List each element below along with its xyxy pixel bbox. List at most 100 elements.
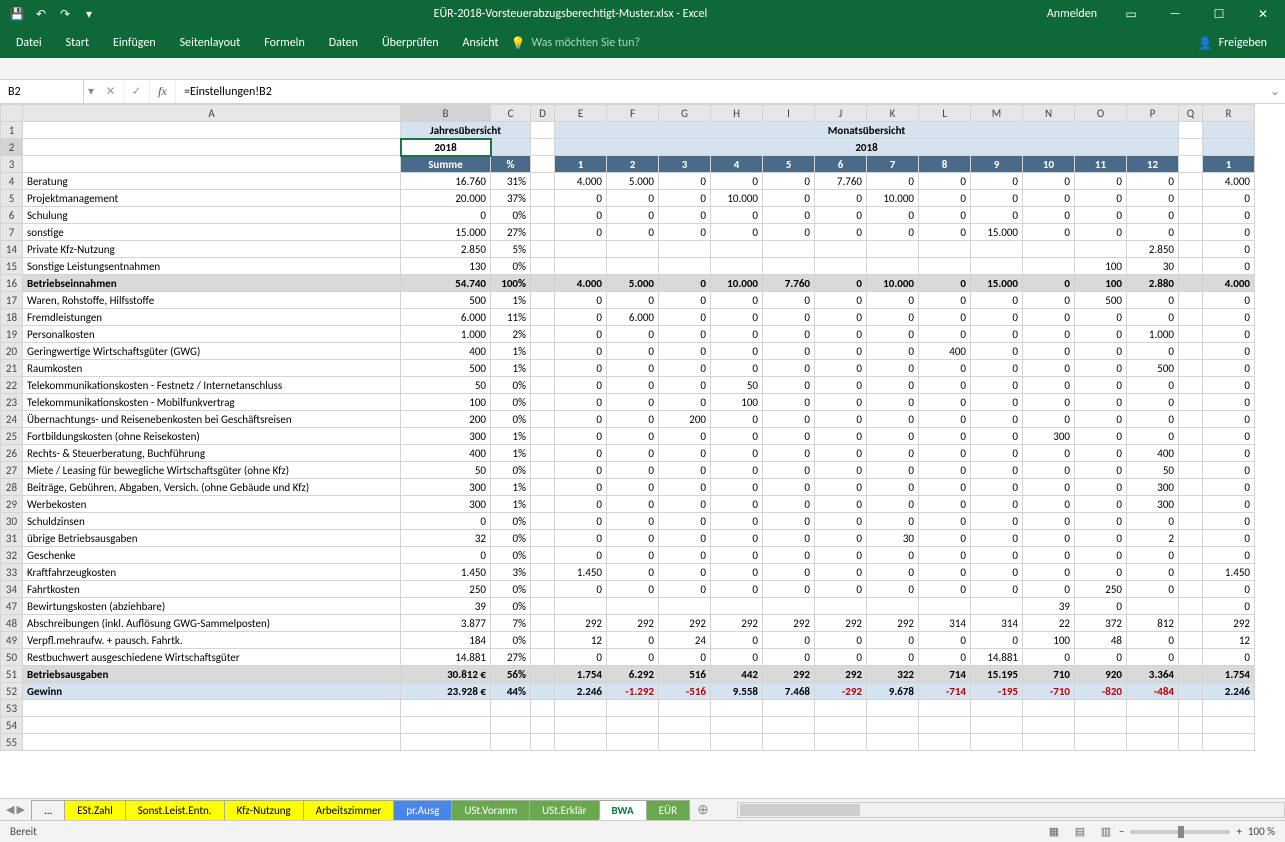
cell[interactable]: 5%: [491, 241, 531, 258]
cell[interactable]: 130: [401, 258, 491, 275]
sheet-tab[interactable]: pr.Ausg: [393, 800, 452, 820]
cell[interactable]: [919, 258, 971, 275]
cell[interactable]: 1.000: [401, 326, 491, 343]
cell[interactable]: [919, 241, 971, 258]
cell[interactable]: 0: [711, 360, 763, 377]
cell[interactable]: 0: [971, 581, 1023, 598]
cell[interactable]: 0: [1075, 326, 1127, 343]
cell[interactable]: 16.760: [401, 173, 491, 190]
cell[interactable]: [401, 734, 491, 751]
row-header[interactable]: 4: [1, 173, 23, 190]
cell[interactable]: 0: [607, 207, 659, 224]
cell[interactable]: 0: [971, 394, 1023, 411]
row-header[interactable]: 2: [1, 139, 23, 156]
row-header[interactable]: 26: [1, 445, 23, 462]
cell[interactable]: 1.450: [401, 564, 491, 581]
cell[interactable]: [867, 258, 919, 275]
cell[interactable]: 0: [711, 649, 763, 666]
cell[interactable]: 0: [1127, 173, 1179, 190]
cell[interactable]: 0: [867, 632, 919, 649]
cell[interactable]: 0%: [491, 547, 531, 564]
cell[interactable]: 0: [919, 479, 971, 496]
col-header[interactable]: J: [815, 105, 867, 122]
cell[interactable]: 0: [659, 462, 711, 479]
cell[interactable]: 0: [607, 394, 659, 411]
cell[interactable]: 27%: [491, 224, 531, 241]
cell[interactable]: 0: [1203, 428, 1255, 445]
cell[interactable]: 0: [555, 309, 607, 326]
cell[interactable]: 39: [401, 598, 491, 615]
cell[interactable]: [555, 598, 607, 615]
cell[interactable]: [1179, 700, 1203, 717]
cell[interactable]: 0: [867, 394, 919, 411]
cell[interactable]: 0: [711, 326, 763, 343]
cell[interactable]: 0: [711, 173, 763, 190]
cell[interactable]: Abschreibungen (inkl. Auflösung GWG-Samm…: [23, 615, 401, 632]
cell[interactable]: 0: [1127, 547, 1179, 564]
cell[interactable]: [1179, 717, 1203, 734]
row-header[interactable]: 3: [1, 156, 23, 173]
cell[interactable]: 1%: [491, 360, 531, 377]
cell[interactable]: [1023, 734, 1075, 751]
cell[interactable]: -820: [1075, 683, 1127, 700]
cell[interactable]: 0: [1127, 292, 1179, 309]
cell[interactable]: [971, 700, 1023, 717]
cell[interactable]: [531, 717, 555, 734]
cell[interactable]: 292: [867, 615, 919, 632]
cell[interactable]: 3.877: [401, 615, 491, 632]
cell[interactable]: 1.450: [555, 564, 607, 581]
cell[interactable]: Bewirtungskosten (abziehbare): [23, 598, 401, 615]
cell[interactable]: 0: [763, 530, 815, 547]
cell[interactable]: [1203, 734, 1255, 751]
cell[interactable]: 15.000: [401, 224, 491, 241]
cell[interactable]: 48: [1075, 632, 1127, 649]
cell[interactable]: 0: [659, 207, 711, 224]
cell[interactable]: [1127, 734, 1179, 751]
cell[interactable]: 0: [971, 173, 1023, 190]
cell[interactable]: 710: [1023, 666, 1075, 683]
cell[interactable]: [607, 598, 659, 615]
cell[interactable]: 0: [1023, 411, 1075, 428]
cell[interactable]: 0: [1075, 428, 1127, 445]
cell[interactable]: 0: [659, 479, 711, 496]
accept-formula-icon[interactable]: ✓: [124, 80, 150, 103]
cell[interactable]: Verpfl.mehraufw. + pausch. Fahrtk.: [23, 632, 401, 649]
cell[interactable]: 812: [1127, 615, 1179, 632]
row-header[interactable]: 33: [1, 564, 23, 581]
cell[interactable]: 0: [919, 428, 971, 445]
row-header[interactable]: 47: [1, 598, 23, 615]
cell[interactable]: 0%: [491, 377, 531, 394]
cell[interactable]: 0: [555, 649, 607, 666]
cell[interactable]: [607, 717, 659, 734]
spreadsheet-grid[interactable]: ABCDEFGHIJKLMNOPQR1JahresübersichtMonats…: [0, 104, 1285, 798]
cell[interactable]: 56%: [491, 666, 531, 683]
cell[interactable]: Restbuchwert ausgeschiedene Wirtschaftsg…: [23, 649, 401, 666]
cell[interactable]: [1075, 700, 1127, 717]
cell[interactable]: 0: [763, 445, 815, 462]
cell[interactable]: 0: [815, 377, 867, 394]
cell[interactable]: 12: [1203, 632, 1255, 649]
cell[interactable]: 1%: [491, 292, 531, 309]
cell[interactable]: 0: [711, 292, 763, 309]
cell[interactable]: 0: [1203, 496, 1255, 513]
cell[interactable]: 0: [1075, 190, 1127, 207]
cell[interactable]: 0: [607, 445, 659, 462]
cell[interactable]: 2.880: [1127, 275, 1179, 292]
cell[interactable]: 0: [1023, 360, 1075, 377]
cell[interactable]: 0: [1075, 377, 1127, 394]
cell[interactable]: 5.000: [607, 275, 659, 292]
row-header[interactable]: 50: [1, 649, 23, 666]
close-icon[interactable]: ✕: [1241, 0, 1285, 28]
sheet-tab[interactable]: BWA: [599, 800, 647, 820]
cell[interactable]: 0: [919, 394, 971, 411]
cell[interactable]: 0: [867, 207, 919, 224]
cell[interactable]: [1203, 700, 1255, 717]
row-header[interactable]: 5: [1, 190, 23, 207]
cell[interactable]: 184: [401, 632, 491, 649]
cell[interactable]: 0: [711, 496, 763, 513]
cell[interactable]: 292: [815, 666, 867, 683]
cell[interactable]: Fortbildungskosten (ohne Reisekosten): [23, 428, 401, 445]
cell[interactable]: 0: [607, 479, 659, 496]
cell[interactable]: 1.754: [555, 666, 607, 683]
cell[interactable]: 0: [1075, 394, 1127, 411]
